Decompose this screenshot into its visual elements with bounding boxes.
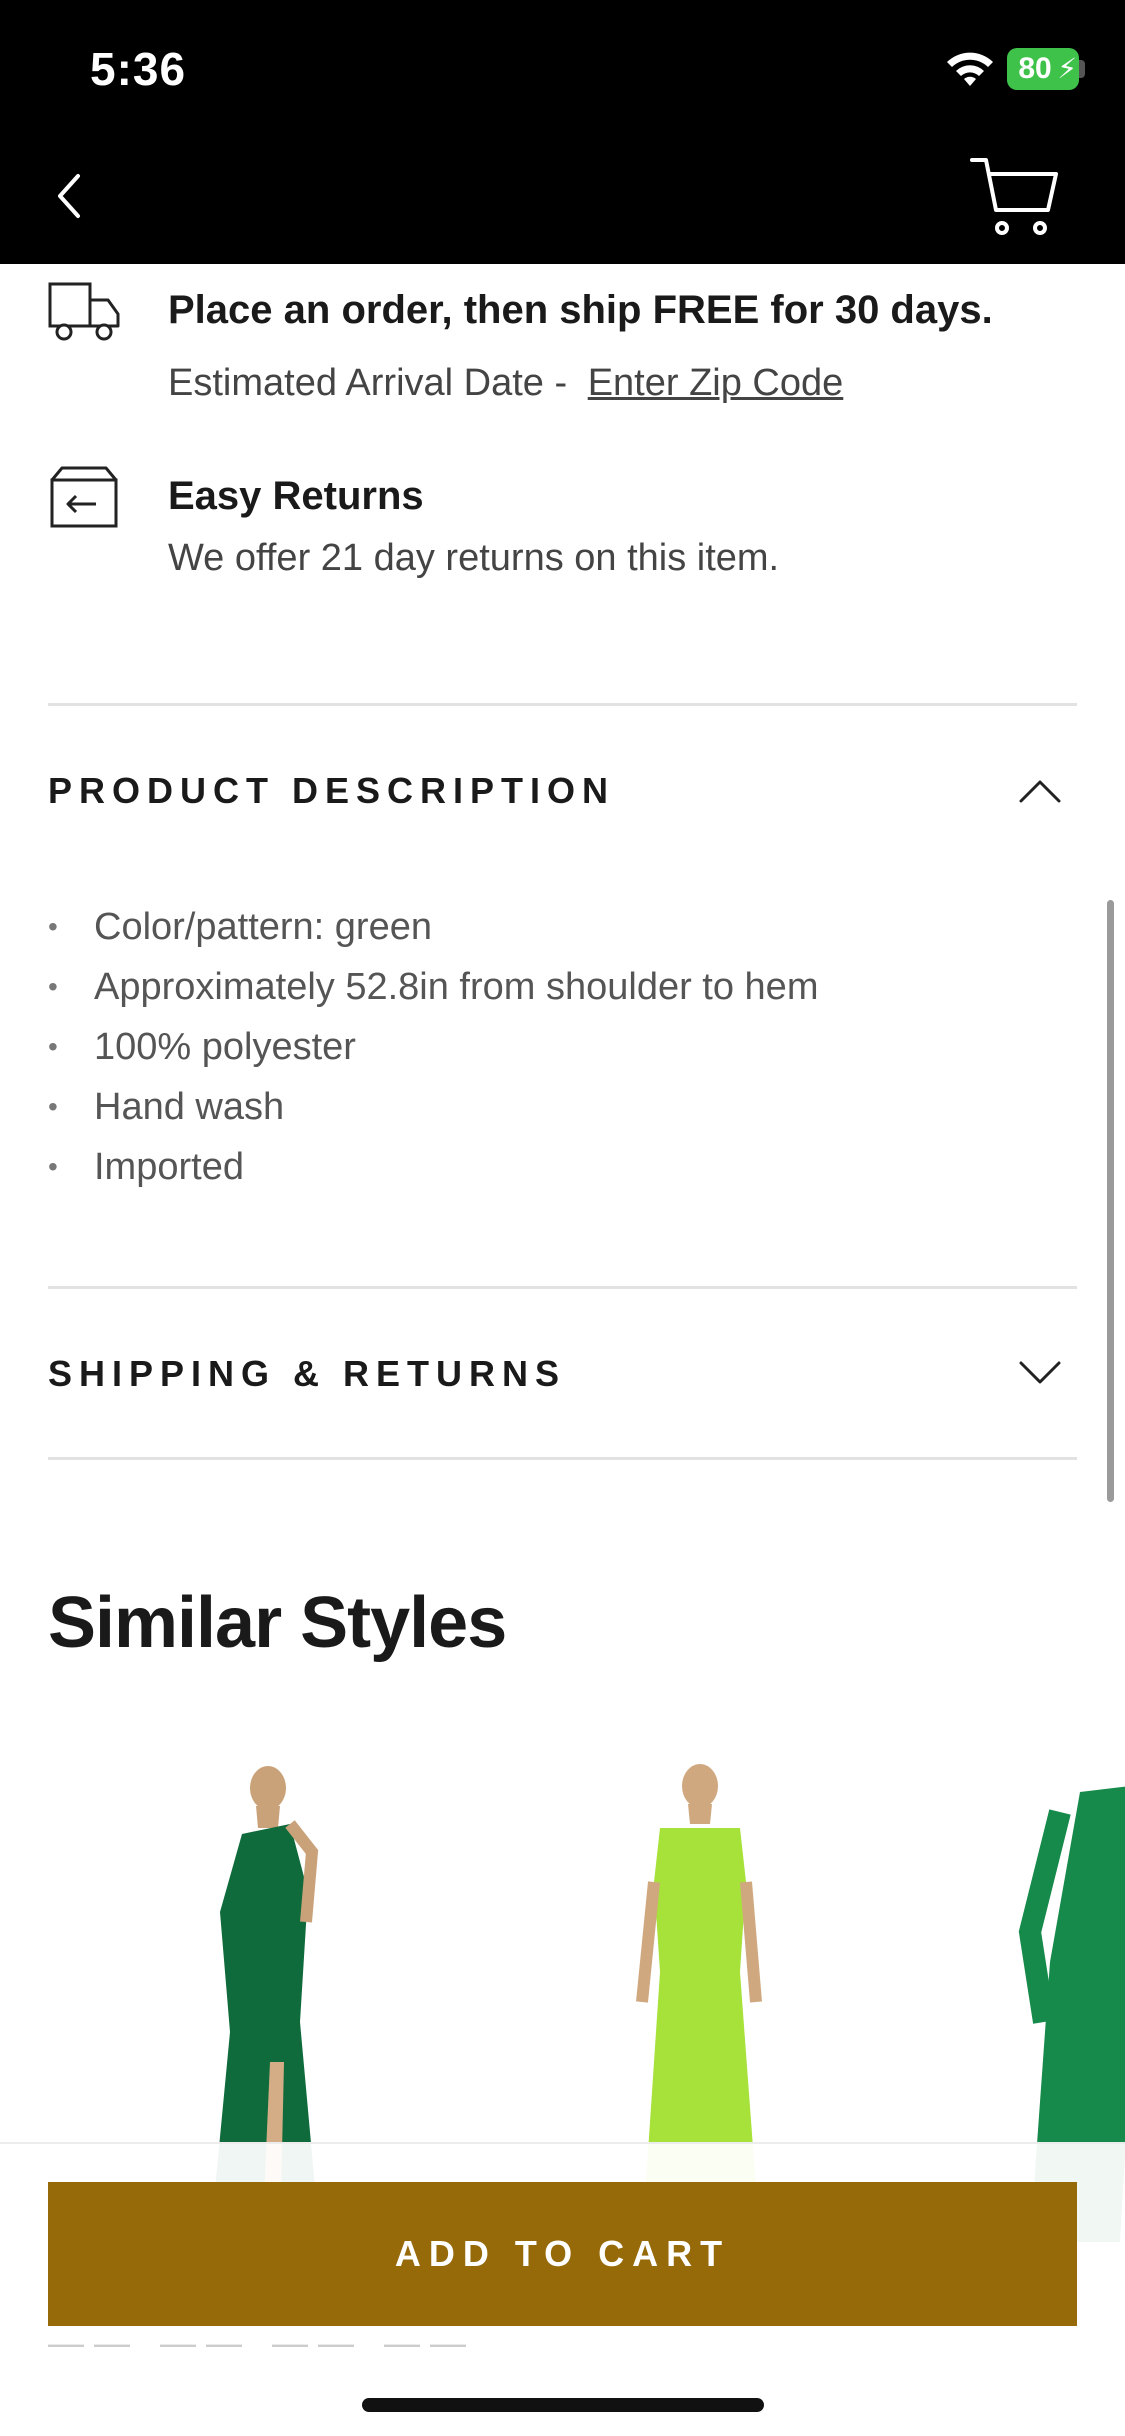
product-description-list: • Color/pattern: green • Approximately 52.… bbox=[48, 904, 818, 1204]
add-to-cart-button[interactable]: ADD TO CART bbox=[48, 2182, 1077, 2326]
description-text: Color/pattern: green bbox=[94, 906, 432, 948]
bullet: • bbox=[48, 1151, 58, 1182]
chevron-up-icon[interactable] bbox=[1018, 778, 1062, 804]
list-item: • Hand wash bbox=[48, 1084, 818, 1144]
bullet: • bbox=[48, 911, 58, 942]
truck-icon bbox=[48, 282, 120, 341]
description-text: Approximately 52.8in from shoulder to he… bbox=[94, 966, 819, 1008]
free-shipping-title: Place an order, then ship FREE for 30 da… bbox=[168, 288, 993, 332]
battery-cap bbox=[1079, 60, 1085, 78]
scrollbar[interactable] bbox=[1107, 900, 1114, 1502]
battery-level: 80 bbox=[1018, 52, 1052, 85]
cart-icon[interactable] bbox=[968, 152, 1060, 242]
bullet: • bbox=[48, 1091, 58, 1122]
list-item: • 100% polyester bbox=[48, 1024, 818, 1084]
status-bar: 5:36 80 ⚡ bbox=[0, 0, 1125, 132]
product-names-faded: —— —— —— —— bbox=[48, 2322, 477, 2363]
nav-bar bbox=[0, 132, 1125, 264]
chevron-down-icon[interactable] bbox=[1018, 1360, 1062, 1386]
easy-returns-subtitle: We offer 21 day returns on this item. bbox=[168, 537, 780, 579]
status-time: 5:36 bbox=[90, 43, 187, 95]
product-description-header[interactable]: PRODUCT DESCRIPTION bbox=[48, 770, 615, 812]
description-text: Imported bbox=[94, 1146, 244, 1188]
battery-icon: 80 ⚡ bbox=[1007, 48, 1079, 90]
list-item: • Color/pattern: green bbox=[48, 904, 818, 964]
divider bbox=[48, 1457, 1077, 1460]
charging-icon: ⚡ bbox=[1057, 53, 1077, 84]
back-button[interactable] bbox=[40, 166, 100, 226]
arrival-date-label: Estimated Arrival Date - bbox=[168, 362, 568, 404]
bullet: • bbox=[48, 1031, 58, 1062]
list-item: • Approximately 52.8in from shoulder to h… bbox=[48, 964, 818, 1024]
arrival-date-row: Estimated Arrival Date - Enter Zip Code bbox=[168, 362, 843, 405]
description-text: 100% polyester bbox=[94, 1026, 356, 1068]
divider bbox=[48, 1286, 1077, 1289]
return-box-icon bbox=[50, 466, 118, 528]
description-text: Hand wash bbox=[94, 1086, 285, 1128]
enter-zip-code-link[interactable]: Enter Zip Code bbox=[588, 362, 844, 404]
shipping-returns-header[interactable]: SHIPPING & RETURNS bbox=[48, 1353, 566, 1395]
divider bbox=[48, 703, 1077, 706]
similar-styles-title: Similar Styles bbox=[48, 1583, 507, 1663]
list-item: • Imported bbox=[48, 1144, 818, 1204]
bullet: • bbox=[48, 971, 58, 1002]
wifi-icon bbox=[947, 52, 993, 86]
home-indicator[interactable] bbox=[362, 2398, 764, 2412]
easy-returns-title: Easy Returns bbox=[168, 474, 424, 518]
